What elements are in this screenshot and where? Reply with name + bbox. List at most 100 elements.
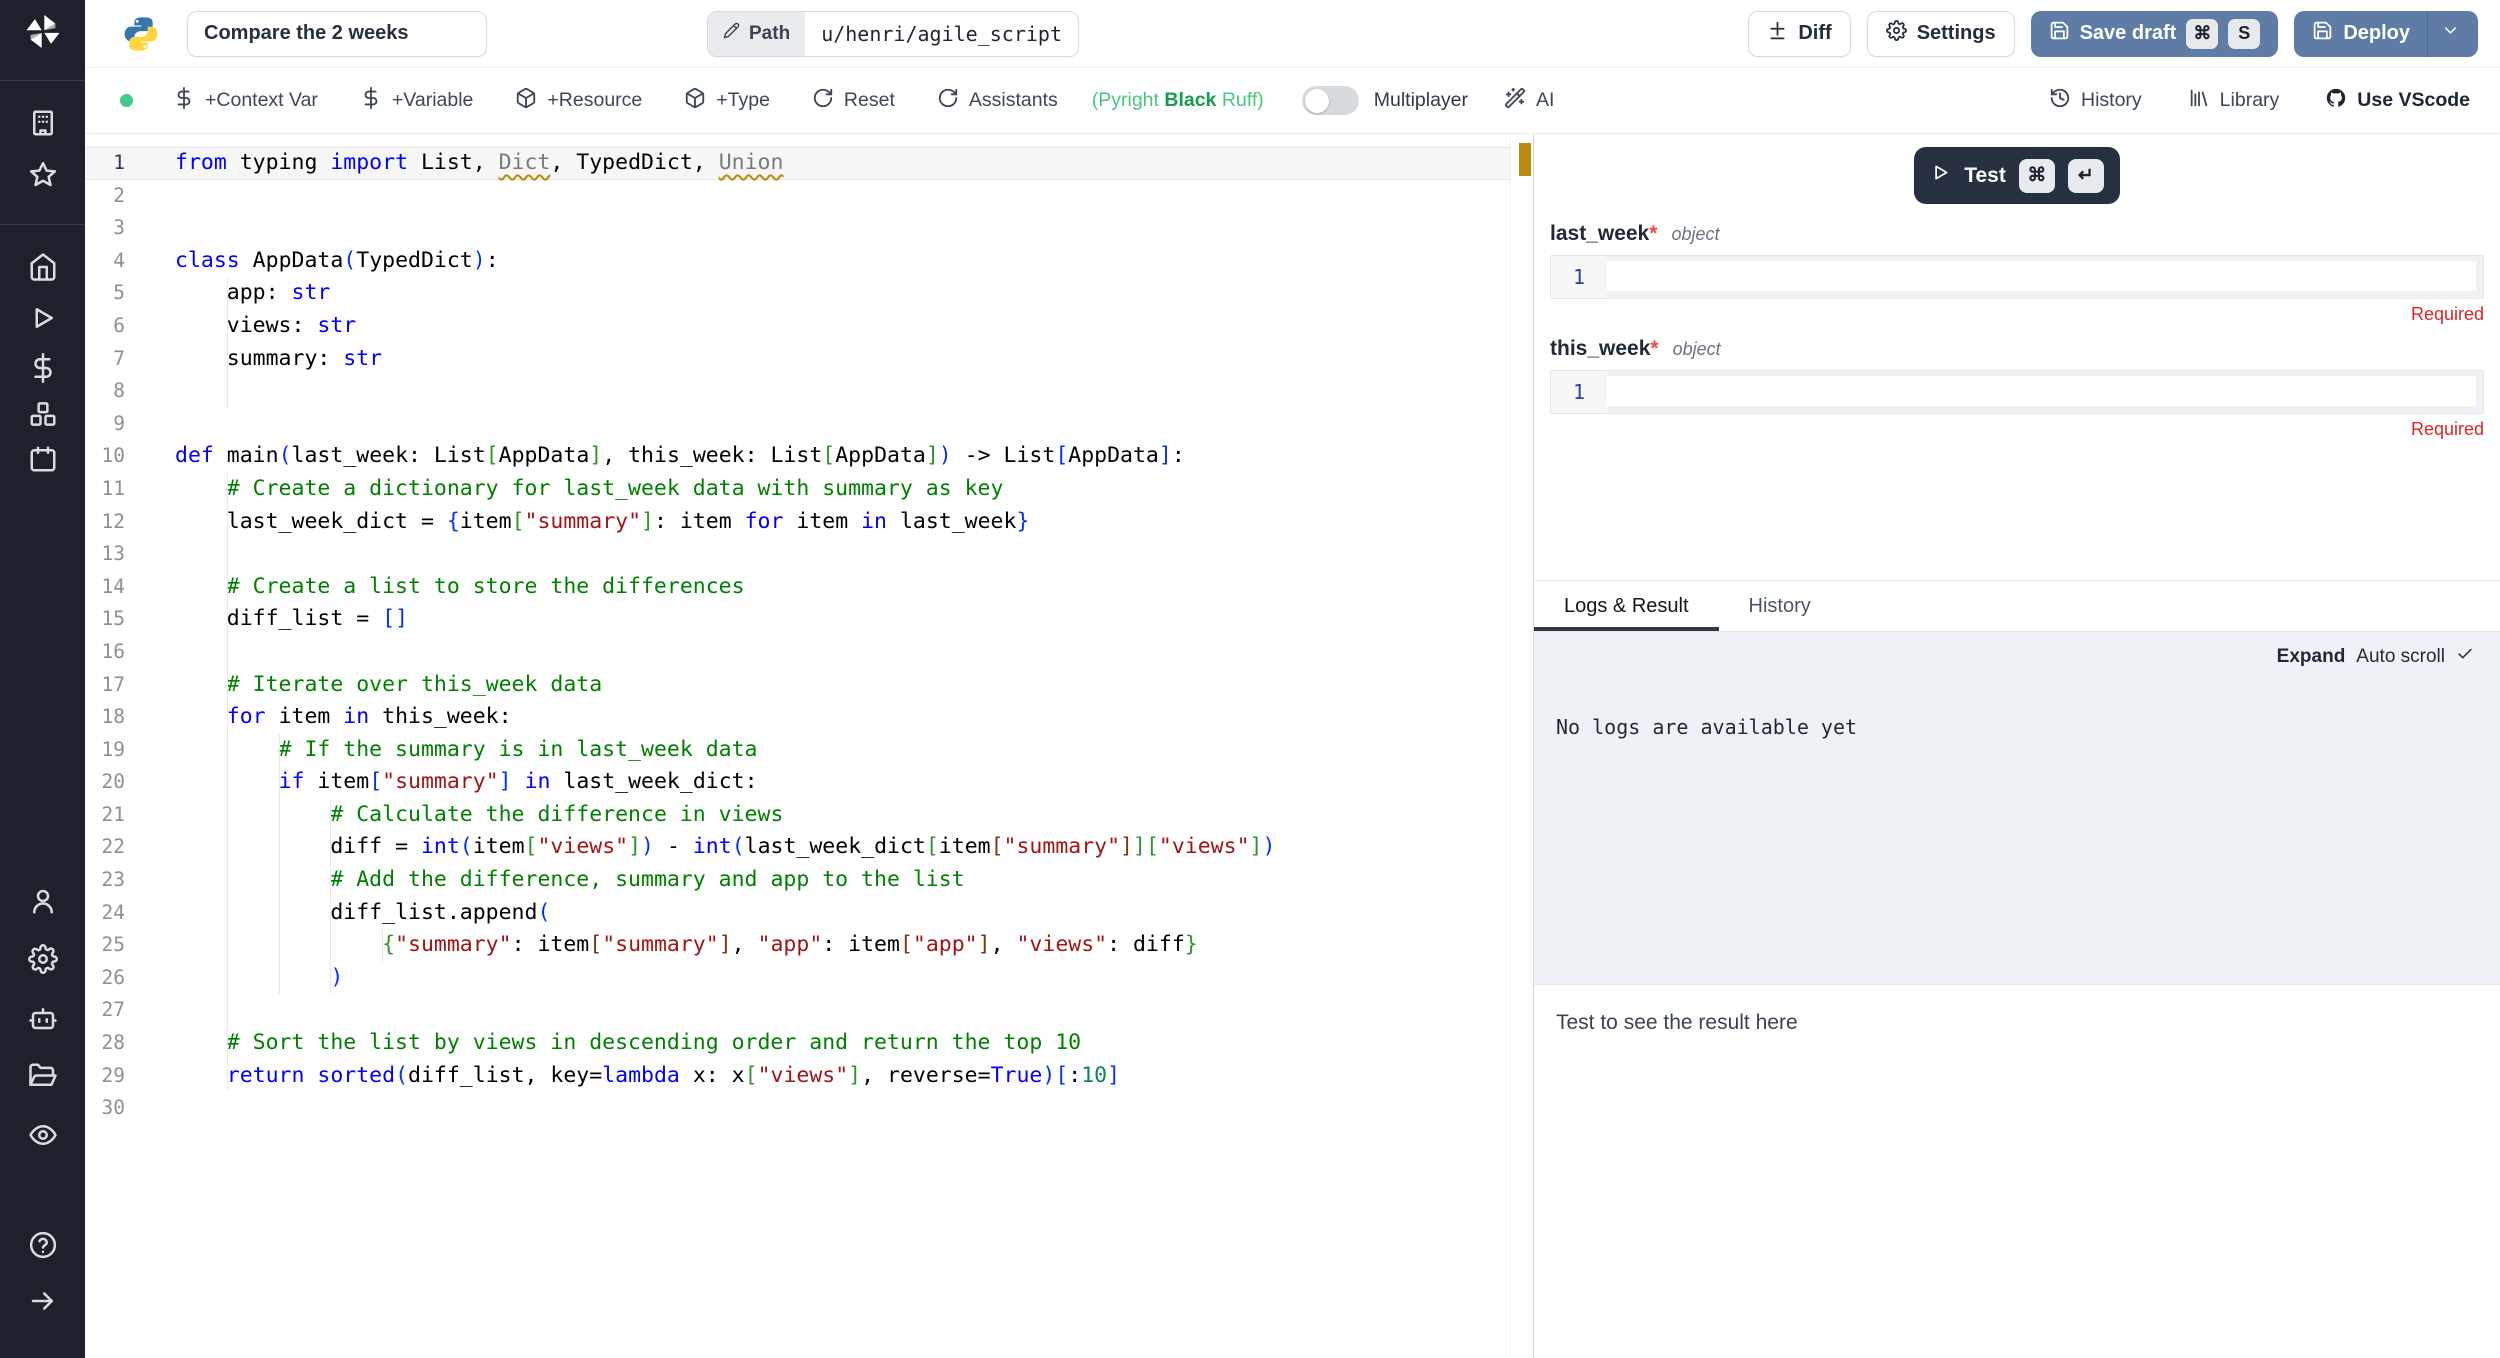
code-line[interactable]: 27 — [85, 994, 1510, 1027]
gutter-line-number: 1 — [1551, 256, 1607, 298]
tab-history[interactable]: History — [1719, 581, 1841, 631]
sidebar-item-home[interactable] — [28, 252, 58, 282]
code-line[interactable]: 21 # Calculate the difference in views — [85, 799, 1510, 832]
line-number: 22 — [85, 831, 125, 864]
code-line[interactable]: 2 — [85, 180, 1510, 213]
toolbar-use-vscode-button[interactable]: Use VScode — [2325, 87, 2470, 115]
code-line[interactable]: 10def main(last_week: List[AppData], thi… — [85, 440, 1510, 473]
toolbar-library-label: Library — [2220, 89, 2280, 112]
sidebar-item-star[interactable] — [28, 160, 58, 190]
code-line[interactable]: 30 — [85, 1092, 1510, 1125]
history-icon — [2049, 87, 2071, 115]
save-draft-button[interactable]: Save draft ⌘ S — [2031, 11, 2279, 57]
code-line[interactable]: 29 return sorted(diff_list, key=lambda x… — [85, 1060, 1510, 1093]
arg-input-last_week[interactable]: 1 — [1550, 255, 2484, 299]
indent-guide — [227, 734, 228, 767]
indent-guide — [279, 734, 280, 767]
indent-guide — [227, 310, 228, 343]
code-line[interactable]: 26 ) — [85, 962, 1510, 995]
indent-guide — [227, 375, 228, 408]
script-title-input[interactable] — [187, 11, 487, 57]
toggle-knob — [1305, 89, 1329, 113]
check-icon[interactable] — [2456, 645, 2474, 669]
toolbar-reset-button[interactable]: Reset — [812, 87, 895, 115]
code-editor[interactable]: 1from typing import List, Dict, TypedDic… — [85, 134, 1533, 1358]
code-line[interactable]: 14 # Create a list to store the differen… — [85, 571, 1510, 604]
path-field[interactable]: Path u/henri/agile_script — [707, 11, 1079, 57]
help-icon — [28, 1247, 58, 1264]
settings-button[interactable]: Settings — [1867, 11, 2015, 57]
tab-logs-result[interactable]: Logs & Result — [1534, 581, 1719, 631]
code-line[interactable]: 11 # Create a dictionary for last_week d… — [85, 473, 1510, 506]
toolbar-add-resource-button[interactable]: +Resource — [515, 87, 642, 115]
rotate-icon — [812, 87, 834, 115]
path-value[interactable]: u/henri/agile_script — [805, 12, 1078, 56]
sidebar-item-dollar[interactable] — [28, 353, 58, 383]
arg-input-content[interactable] — [1607, 376, 2476, 406]
sidebar-item-gear[interactable] — [28, 944, 58, 974]
expand-button[interactable]: Expand — [2277, 646, 2346, 668]
sidebar-item-play[interactable] — [28, 303, 58, 333]
chevron-down-icon[interactable] — [2441, 21, 2460, 46]
sidebar-item-bot[interactable] — [28, 1003, 58, 1033]
toolbar-history-button[interactable]: History — [2049, 87, 2142, 115]
code-line[interactable]: 25 {"summary": item["summary"], "app": i… — [85, 929, 1510, 962]
arg-last_week: last_week*object1Required — [1550, 222, 2484, 325]
deploy-button[interactable]: Deploy — [2294, 11, 2478, 57]
toolbar-assistants-button[interactable]: Assistants — [937, 87, 1058, 115]
code-line[interactable]: 4class AppData(TypedDict): — [85, 245, 1510, 278]
code-line[interactable]: 8 — [85, 375, 1510, 408]
toolbar-add-variable-button[interactable]: +Variable — [360, 87, 474, 115]
code-line[interactable]: 15 diff_list = [] — [85, 603, 1510, 636]
sidebar-item-building[interactable] — [28, 108, 58, 138]
arg-this_week: this_week*object1Required — [1550, 337, 2484, 440]
code-line[interactable]: 9 — [85, 408, 1510, 441]
indent-guide — [227, 669, 228, 702]
play-icon — [1930, 162, 1951, 189]
code-line[interactable]: 5 app: str — [85, 277, 1510, 310]
windmill-logo-icon[interactable] — [20, 9, 65, 59]
diff-button[interactable]: Diff — [1748, 11, 1850, 57]
code-line[interactable]: 13 — [85, 538, 1510, 571]
toolbar-add-variable-label: +Variable — [392, 89, 474, 112]
sidebar-item-user[interactable] — [28, 886, 58, 916]
code-line[interactable]: 1from typing import List, Dict, TypedDic… — [85, 147, 1510, 180]
line-number: 29 — [85, 1060, 125, 1093]
code-line[interactable]: 18 for item in this_week: — [85, 701, 1510, 734]
autoscroll-label[interactable]: Auto scroll — [2356, 646, 2445, 668]
sidebar-item-arrow-right[interactable] — [28, 1286, 58, 1316]
sidebar-item-calendar[interactable] — [28, 444, 58, 474]
user-icon — [28, 903, 58, 920]
toolbar-library-button[interactable]: Library — [2188, 87, 2280, 115]
code-line[interactable]: 20 if item["summary"] in last_week_dict: — [85, 766, 1510, 799]
sidebar-item-folder-open[interactable] — [28, 1061, 58, 1091]
deploy-label: Deploy — [2343, 22, 2410, 45]
sidebar-item-eye[interactable] — [28, 1120, 58, 1150]
code-line[interactable]: 28 # Sort the list by views in descendin… — [85, 1027, 1510, 1060]
sidebar-item-help[interactable] — [28, 1230, 58, 1260]
code-line[interactable]: 22 diff = int(item["views"]) - int(last_… — [85, 831, 1510, 864]
code-line[interactable]: 16 — [85, 636, 1510, 669]
sidebar-item-boxes[interactable] — [28, 399, 58, 429]
indent-guide — [227, 571, 228, 604]
arg-input-content[interactable] — [1607, 261, 2476, 291]
indent-guide — [227, 766, 228, 799]
test-button[interactable]: Test ⌘ ↵ — [1914, 147, 2120, 204]
toolbar-add-context-var-button[interactable]: +Context Var — [173, 87, 318, 115]
line-number: 17 — [85, 669, 125, 702]
code-line[interactable]: 17 # Iterate over this_week data — [85, 669, 1510, 702]
code-line[interactable]: 24 diff_list.append( — [85, 897, 1510, 930]
linter-status[interactable]: (Pyright Black Ruff) — [1092, 89, 1264, 112]
arg-input-this_week[interactable]: 1 — [1550, 370, 2484, 414]
code-line[interactable]: 19 # If the summary is in last_week data — [85, 734, 1510, 767]
line-number: 8 — [85, 375, 125, 408]
code-line[interactable]: 12 last_week_dict = {item["summary"]: it… — [85, 506, 1510, 539]
multiplayer-toggle[interactable] — [1302, 86, 1359, 115]
code-line[interactable]: 6 views: str — [85, 310, 1510, 343]
toolbar-ai-button[interactable]: AI — [1504, 87, 1554, 115]
toolbar-add-type-button[interactable]: +Type — [684, 87, 770, 115]
code-line[interactable]: 23 # Add the difference, summary and app… — [85, 864, 1510, 897]
code-line[interactable]: 3 — [85, 212, 1510, 245]
diff-label: Diff — [1798, 22, 1831, 45]
code-line[interactable]: 7 summary: str — [85, 343, 1510, 376]
